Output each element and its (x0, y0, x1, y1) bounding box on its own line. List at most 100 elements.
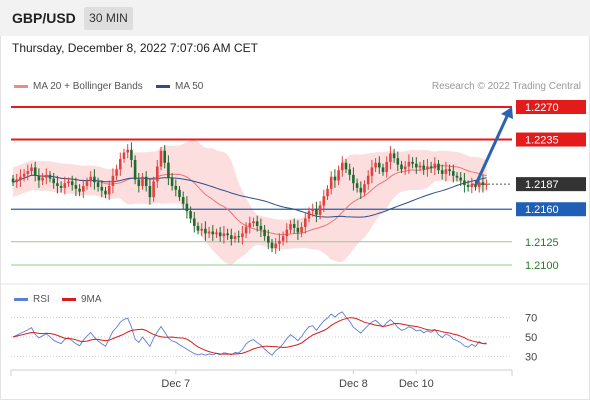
x-axis-tick-label: Dec 10 (399, 378, 434, 390)
candle-body (459, 177, 462, 181)
candle-body (292, 224, 296, 228)
candle-body (104, 190, 107, 195)
x-axis-tick-label: Dec 8 (339, 378, 368, 390)
candle-body (196, 225, 200, 231)
candle-body (122, 152, 126, 160)
candle-body (181, 197, 185, 204)
candle-body (48, 174, 52, 179)
candle-body (37, 175, 41, 181)
forecast-arrow-shaft (474, 111, 511, 185)
candle-body (26, 171, 30, 174)
candle-body (385, 161, 388, 173)
candle-body (463, 180, 466, 186)
x-axis-tick-label: Dec 7 (161, 378, 190, 390)
candle-body (381, 167, 385, 173)
candle-body (422, 165, 425, 170)
candle-body (22, 173, 26, 177)
candle-body (348, 169, 351, 175)
candle-body (159, 150, 163, 167)
candle-body (259, 225, 263, 230)
candle-body (263, 229, 266, 237)
candle-body (141, 176, 144, 186)
candle-body (11, 178, 15, 183)
candle-body (211, 231, 215, 235)
candle-body (222, 233, 226, 237)
candle-body (285, 229, 289, 237)
candle-body (344, 162, 348, 170)
candle-body (370, 167, 374, 176)
candle-body (452, 171, 455, 176)
candle-body (396, 158, 400, 165)
candle-body (403, 166, 407, 170)
candle-body (144, 176, 148, 186)
candle-body (329, 176, 333, 189)
candle-body (374, 162, 377, 168)
candle-body (255, 221, 259, 226)
level-label-target: 1.2100 (525, 260, 559, 272)
candle-body (85, 181, 89, 186)
candle-body (304, 218, 307, 227)
candle-body (56, 183, 59, 186)
chart-canvas: 1.2270 1.2235 1.2160 1.2125 1.2100 1.2187 30 50… (0, 100, 590, 390)
candle-body (204, 228, 207, 234)
candle-body (466, 185, 470, 187)
candle-body (119, 159, 122, 170)
candle-body (126, 149, 129, 153)
candle-body (230, 235, 233, 239)
candle-body (322, 196, 326, 206)
candle-body (137, 179, 141, 186)
candle-body (152, 181, 155, 198)
candle-body (63, 183, 67, 188)
candle-body (444, 169, 448, 174)
candle-body (485, 184, 488, 186)
candle-body (400, 164, 403, 170)
candle-body (389, 153, 392, 162)
candle-body (15, 179, 18, 183)
candle-body (333, 176, 337, 181)
rsi-tick-label: 30 (525, 351, 537, 363)
candle-body (52, 178, 55, 184)
candle-body (193, 218, 196, 226)
candle-body (318, 205, 322, 215)
candle-body (74, 185, 78, 189)
candle-body (474, 184, 477, 187)
candle-body (307, 211, 311, 219)
candle-body (363, 184, 366, 193)
bollinger-band (13, 140, 487, 266)
candle-body (392, 153, 396, 159)
candle-body (41, 177, 44, 181)
level-label-resistance: 1.2235 (525, 135, 559, 147)
candle-body (233, 236, 237, 239)
rsi-tick-label: 70 (525, 313, 537, 325)
candle-body (274, 243, 277, 249)
candle-body (156, 166, 159, 182)
level-label-target: 1.2125 (525, 237, 559, 249)
candle-body (455, 175, 459, 178)
candle-body (30, 167, 33, 172)
candle-body (185, 203, 189, 212)
candle-body (237, 236, 240, 238)
candle-body (107, 186, 111, 195)
candle-body (470, 184, 474, 187)
candle-body (281, 236, 285, 241)
rsi-tick-label: 50 (525, 332, 537, 344)
candle-body (67, 181, 70, 184)
candle-body (226, 233, 229, 236)
candle-body (355, 183, 359, 188)
candle-body (189, 211, 192, 219)
candle-body (170, 177, 174, 186)
candle-body (418, 165, 422, 168)
candle-body (218, 232, 222, 237)
candle-body (315, 209, 318, 215)
candle-body (148, 186, 152, 198)
candle-body (174, 186, 178, 190)
candle-body (96, 182, 100, 187)
candle-body (411, 161, 414, 164)
candle-body (477, 182, 481, 187)
candle-body (111, 175, 115, 186)
level-label-support: 1.2160 (525, 204, 559, 216)
candle-body (481, 182, 485, 186)
candle-body (130, 149, 133, 160)
candle-body (33, 167, 37, 176)
candle-body (341, 162, 344, 171)
